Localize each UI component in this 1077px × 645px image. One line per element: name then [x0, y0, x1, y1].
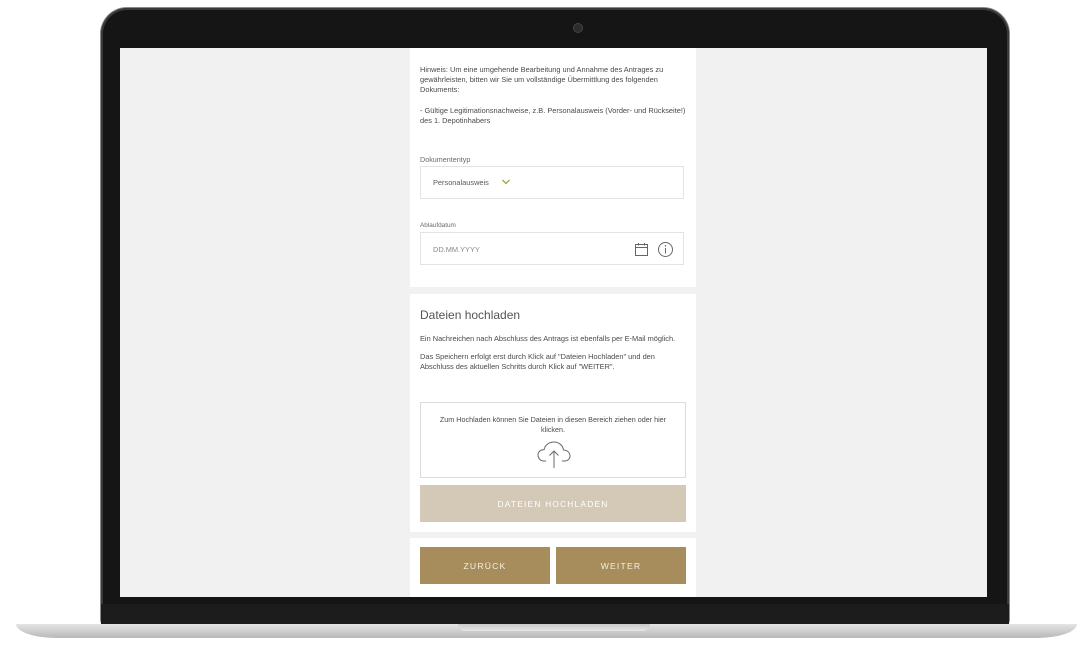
upload-paragraph: Das Speichern erfolgt erst durch Klick a… — [420, 352, 655, 372]
upload-title: Dateien hochladen — [420, 308, 521, 322]
notice-text: Hinweis: Um eine umgehende Bearbeitung u… — [420, 65, 686, 136]
screen: Hinweis: Um eine umgehende Bearbeitung u… — [120, 48, 987, 597]
upload-card: Dateien hochladen Ein Nachreichen nach A… — [410, 294, 696, 532]
camera-icon — [574, 24, 582, 32]
expiry-date-placeholder: DD.MM.YYYY — [433, 245, 480, 254]
expiry-date-label: Ablaufdatum — [420, 222, 456, 229]
notice-paragraph: - Gültige Legitimationsnachweise, z.B. P… — [420, 105, 686, 125]
document-card: Hinweis: Um eine umgehende Bearbeitung u… — [410, 48, 696, 287]
chevron-down-icon — [502, 179, 510, 185]
laptop-base-notch — [458, 624, 650, 631]
upload-files-button[interactable]: DATEIEN HOCHLADEN — [420, 485, 686, 522]
upload-paragraph: Ein Nachreichen nach Abschluss des Antra… — [420, 334, 676, 343]
upload-description: Ein Nachreichen nach Abschluss des Antra… — [420, 334, 686, 381]
cloud-upload-icon — [537, 441, 571, 468]
laptop-hinge — [101, 604, 1009, 624]
document-type-select[interactable]: Personalausweis — [420, 166, 684, 199]
notice-paragraph: Hinweis: Um eine umgehende Bearbeitung u… — [420, 65, 664, 95]
next-button[interactable]: WEITER — [556, 547, 686, 584]
upload-dropzone[interactable]: Zum Hochladen können Sie Dateien in dies… — [420, 402, 686, 478]
expiry-date-input[interactable]: DD.MM.YYYY — [420, 232, 684, 265]
navigation-card: ZURÜCK WEITER — [410, 538, 696, 597]
dropzone-text: Zum Hochladen können Sie Dateien in dies… — [439, 415, 667, 434]
document-type-value: Personalausweis — [433, 178, 489, 187]
calendar-icon[interactable] — [634, 242, 649, 257]
back-button[interactable]: ZURÜCK — [420, 547, 550, 584]
info-icon[interactable] — [657, 241, 674, 258]
document-type-label: Dokumententyp — [420, 155, 471, 164]
